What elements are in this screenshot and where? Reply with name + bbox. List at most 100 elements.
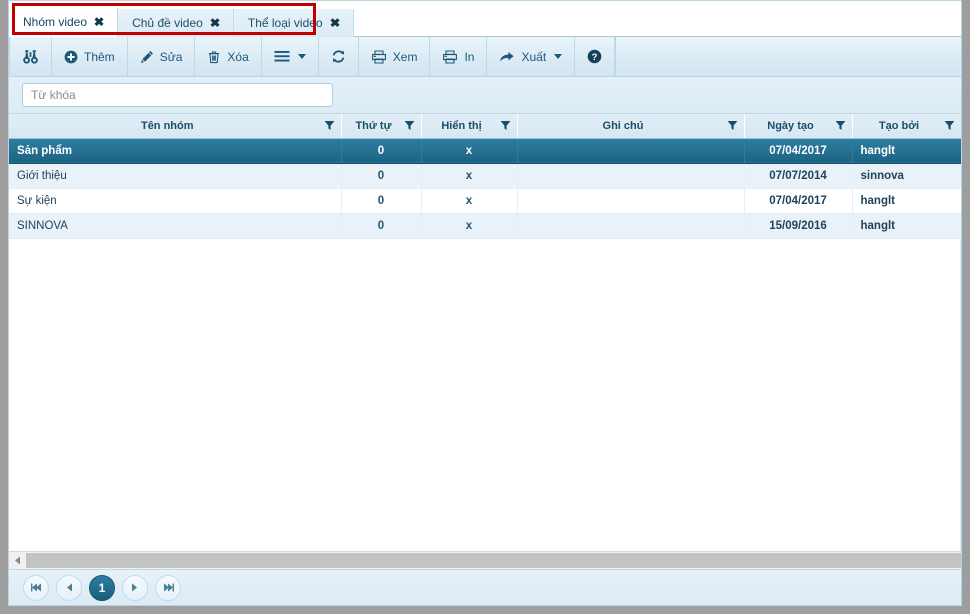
- column-header-date[interactable]: Ngày tạo: [744, 114, 853, 139]
- cell-name: Sản phẩm: [9, 138, 342, 164]
- add-label: Thêm: [84, 50, 115, 64]
- cell-note: [517, 213, 745, 239]
- print-label: In: [464, 50, 475, 64]
- export-label: Xuất: [521, 50, 547, 64]
- table-row[interactable]: Giới thiệu 0 x 07/07/2014 sinnova: [9, 163, 961, 189]
- cell-date: 07/04/2017: [744, 138, 853, 164]
- pagination-bar: 1: [9, 569, 961, 605]
- toolbar-spacer: [615, 37, 961, 76]
- application-window: Nhóm video ✖ Chủ đề video ✖ Thể loại vid…: [8, 0, 962, 606]
- grid-body: Sản phẩm 0 x 07/04/2017 hanglt Giới thiệ…: [9, 138, 961, 239]
- cell-date: 15/09/2016: [744, 213, 853, 239]
- grid-table: Tên nhóm Thứ tự Hiển thị Ghi chú Ngày tạ…: [9, 114, 961, 239]
- filter-icon[interactable]: [324, 120, 335, 131]
- table-row[interactable]: Sự kiện 0 x 07/04/2017 hanglt: [9, 188, 961, 214]
- filter-icon[interactable]: [727, 120, 738, 131]
- edit-button[interactable]: Sửa: [128, 37, 196, 76]
- cell-show: x: [421, 213, 518, 239]
- first-page-button[interactable]: [23, 574, 49, 601]
- cell-order: 0: [341, 188, 422, 214]
- tab-close-icon[interactable]: ✖: [94, 16, 105, 28]
- cell-name: Sự kiện: [9, 188, 342, 214]
- column-header-show[interactable]: Hiển thị: [421, 114, 518, 139]
- tab-nhom-video[interactable]: Nhóm video ✖: [9, 7, 119, 37]
- filter-icon[interactable]: [835, 120, 846, 131]
- horizontal-scrollbar[interactable]: [9, 551, 961, 569]
- cell-author: hanglt: [852, 188, 961, 214]
- search-input[interactable]: [22, 83, 333, 107]
- tab-label: Nhóm video: [23, 15, 88, 29]
- print-button[interactable]: In: [430, 37, 488, 76]
- pencil-icon: [140, 50, 154, 64]
- column-header-name[interactable]: Tên nhóm: [9, 114, 342, 139]
- printer-icon: [442, 49, 458, 64]
- cell-note: [517, 138, 745, 164]
- toolbar: Thêm Sửa Xóa Xem In Xuất ?: [9, 37, 961, 77]
- data-grid: Tên nhóm Thứ tự Hiển thị Ghi chú Ngày tạ…: [9, 113, 961, 551]
- refresh-icon: [331, 49, 346, 64]
- edit-label: Sửa: [159, 50, 183, 64]
- table-row[interactable]: Sản phẩm 0 x 07/04/2017 hanglt: [9, 138, 961, 164]
- column-header-order[interactable]: Thứ tự: [341, 114, 422, 139]
- cell-author: hanglt: [852, 213, 961, 239]
- more-menu-button[interactable]: [262, 37, 319, 76]
- refresh-button[interactable]: [319, 37, 359, 76]
- cell-note: [517, 188, 745, 214]
- cell-author: sinnova: [852, 163, 961, 189]
- tab-label: Chủ đề video: [132, 16, 203, 30]
- tab-the-loai-video[interactable]: Thể loại video ✖: [233, 9, 354, 37]
- help-button[interactable]: ?: [575, 37, 616, 76]
- tab-close-icon[interactable]: ✖: [210, 17, 221, 29]
- delete-button[interactable]: Xóa: [195, 37, 262, 76]
- search-button[interactable]: [9, 37, 52, 76]
- filter-icon[interactable]: [944, 120, 955, 131]
- view-button[interactable]: Xem: [359, 37, 431, 76]
- column-label: Tên nhóm: [140, 119, 194, 132]
- chevron-down-icon[interactable]: [554, 54, 563, 59]
- scroll-left-arrow-icon[interactable]: [9, 552, 26, 569]
- binoculars-icon: [22, 49, 39, 65]
- cell-show: x: [421, 188, 518, 214]
- column-label: Ngày tạo: [767, 119, 814, 132]
- tab-close-icon[interactable]: ✖: [329, 17, 340, 29]
- help-circle-icon: ?: [587, 49, 602, 64]
- next-page-button[interactable]: [122, 574, 148, 601]
- grid-empty-area: [9, 238, 961, 551]
- export-button[interactable]: Xuất: [487, 37, 576, 76]
- delete-label: Xóa: [227, 50, 249, 64]
- filter-icon[interactable]: [500, 120, 511, 131]
- add-button[interactable]: Thêm: [52, 37, 128, 76]
- export-arrow-icon: [499, 50, 515, 64]
- tab-label: Thể loại video: [247, 16, 323, 30]
- cell-name: Giới thiệu: [9, 163, 342, 189]
- column-label: Hiển thị: [441, 119, 482, 132]
- svg-text:?: ?: [592, 52, 598, 63]
- grid-header-row: Tên nhóm Thứ tự Hiển thị Ghi chú Ngày tạ…: [9, 114, 961, 139]
- cell-show: x: [421, 163, 518, 189]
- filter-icon[interactable]: [404, 120, 415, 131]
- search-row: [9, 77, 961, 113]
- cell-note: [517, 163, 745, 189]
- cell-order: 0: [341, 213, 422, 239]
- column-header-note[interactable]: Ghi chú: [517, 114, 745, 139]
- plus-circle-icon: [64, 50, 78, 64]
- table-row[interactable]: SINNOVA 0 x 15/09/2016 hanglt: [9, 213, 961, 239]
- column-label: Thứ tự: [355, 119, 392, 132]
- cell-order: 0: [341, 163, 422, 189]
- cell-date: 07/07/2014: [744, 163, 853, 189]
- cell-show: x: [421, 138, 518, 164]
- tab-strip: Nhóm video ✖ Chủ đề video ✖ Thể loại vid…: [9, 1, 961, 37]
- page-number-1[interactable]: 1: [89, 574, 115, 601]
- chevron-down-icon[interactable]: [297, 54, 306, 59]
- last-page-button[interactable]: [155, 574, 181, 601]
- column-header-author[interactable]: Tạo bởi: [852, 114, 961, 139]
- trash-icon: [207, 50, 221, 64]
- prev-page-button[interactable]: [56, 574, 82, 601]
- tab-chu-de-video[interactable]: Chủ đề video ✖: [118, 9, 234, 37]
- cell-author: hanglt: [852, 138, 961, 164]
- column-label: Tạo bởi: [878, 119, 920, 132]
- cell-order: 0: [341, 138, 422, 164]
- scrollbar-track[interactable]: [26, 553, 961, 568]
- column-label: Ghi chú: [602, 119, 644, 132]
- printer-preview-icon: [371, 49, 387, 64]
